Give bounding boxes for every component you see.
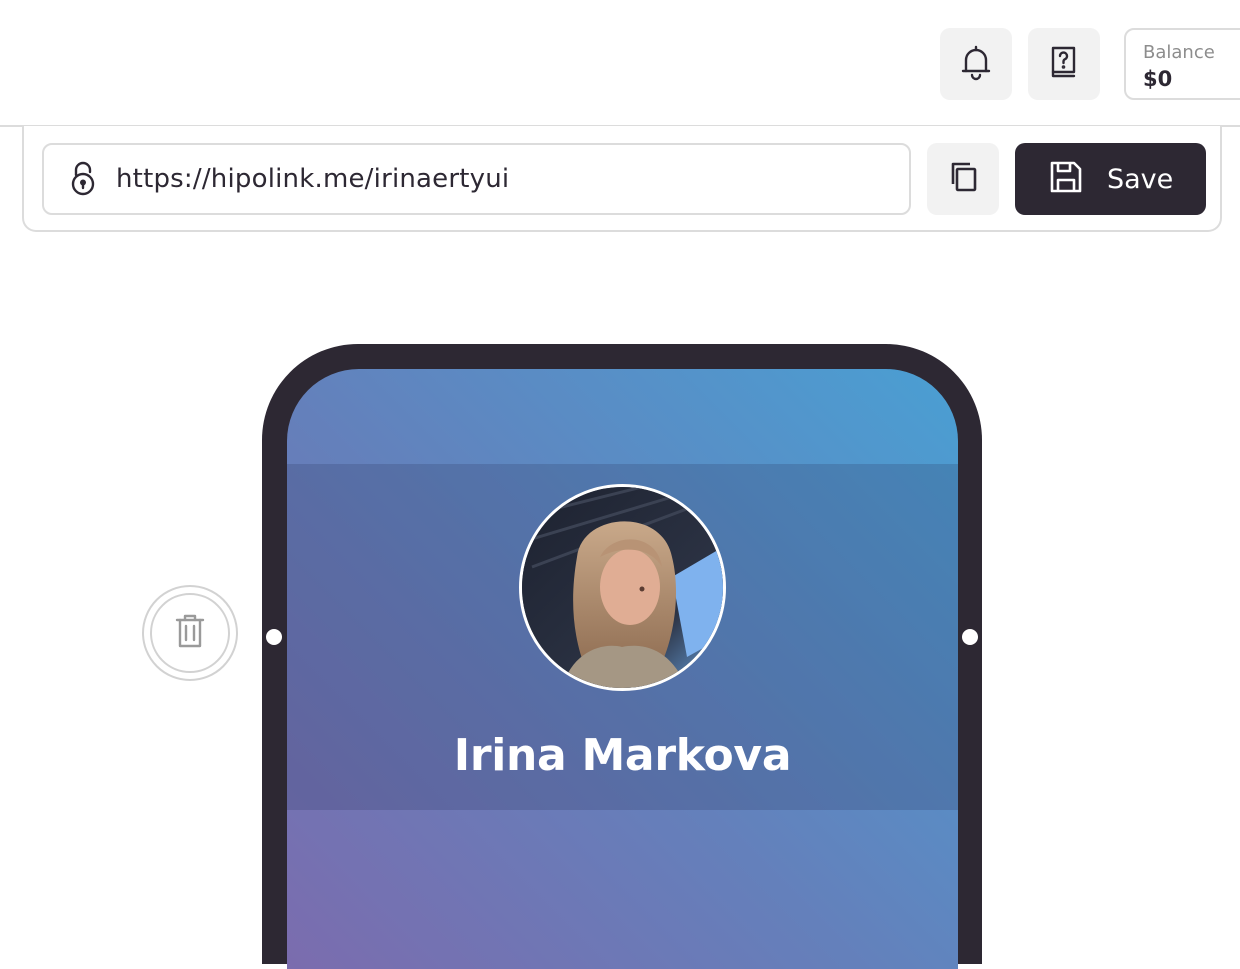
bell-icon — [956, 42, 996, 86]
profile-block[interactable]: Irina Markova — [287, 464, 958, 810]
balance-value: $0 — [1143, 67, 1173, 91]
floppy-disk-icon — [1049, 160, 1083, 198]
block-handle-left[interactable] — [266, 629, 282, 645]
trash-icon — [175, 614, 205, 652]
balance-label: Balance — [1143, 42, 1215, 63]
notifications-button[interactable] — [940, 28, 1012, 100]
block-handle-right[interactable] — [962, 629, 978, 645]
save-button[interactable]: Save — [1015, 143, 1206, 215]
profile-name: Irina Markova — [453, 730, 792, 781]
copy-icon — [945, 159, 981, 199]
balance-widget[interactable]: Balance $0 — [1124, 28, 1240, 100]
top-bar: Balance $0 — [0, 0, 1240, 127]
copy-url-button[interactable] — [927, 143, 999, 215]
delete-button-ring — [150, 593, 230, 673]
help-book-icon — [1044, 42, 1084, 86]
page-url-field[interactable]: https://hipolink.me/irinaertyui — [42, 143, 911, 215]
page-url-panel: https://hipolink.me/irinaertyui Save — [22, 126, 1222, 232]
phone-screen: Irina Markova — [287, 369, 958, 969]
page-url-text: https://hipolink.me/irinaertyui — [116, 164, 510, 194]
save-button-label: Save — [1107, 163, 1174, 195]
delete-block-button[interactable] — [142, 585, 238, 681]
help-guide-button[interactable] — [1028, 28, 1100, 100]
profile-avatar[interactable] — [519, 484, 726, 691]
lock-icon — [68, 161, 98, 197]
phone-preview-frame: Irina Markova — [262, 344, 982, 969]
